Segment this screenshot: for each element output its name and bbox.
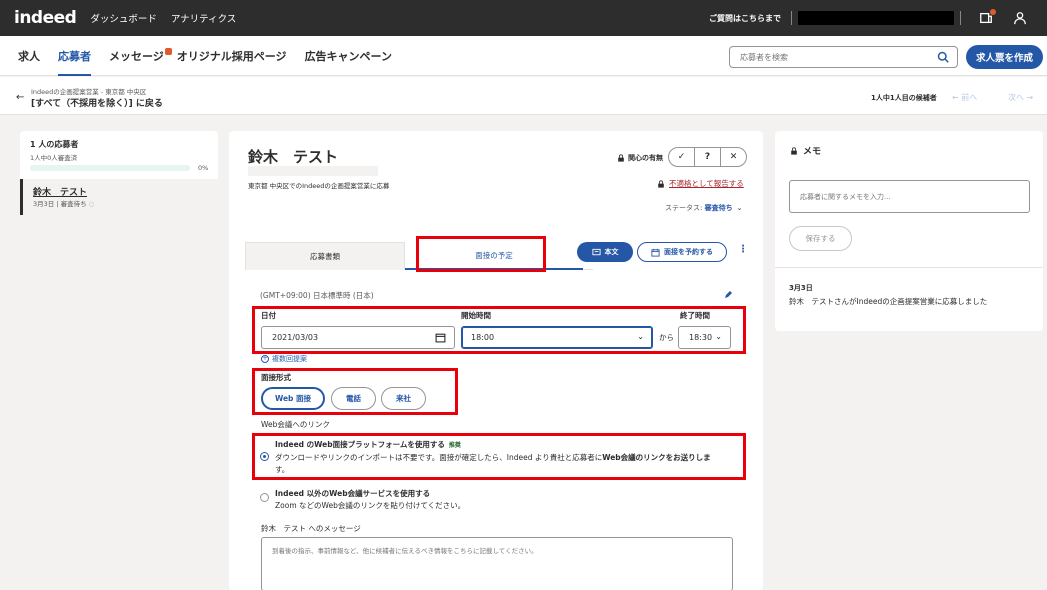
timezone: (GMT+09:00) 日本標準時 (日本) bbox=[260, 291, 374, 300]
nav-analytics[interactable]: アナリティクス bbox=[171, 11, 236, 25]
format-phone-button[interactable]: 電話 bbox=[331, 387, 376, 410]
tab-candidates[interactable]: 応募者 bbox=[58, 36, 91, 76]
format-label: 面接形式 bbox=[261, 373, 291, 382]
web-link-label: Web会議へのリンク bbox=[261, 420, 330, 429]
from-label: から bbox=[659, 333, 674, 342]
candidate-list-panel: 1 人の応募者 1人中0人審査済 0% 鈴木 テスト 3月3日 | 審査待ち ○ bbox=[20, 131, 218, 215]
tab-campaigns[interactable]: 広告キャンペーン bbox=[305, 36, 392, 76]
divider bbox=[791, 11, 792, 25]
option-indeed-title: Indeed のWeb面接プラットフォームを使用する 推奨 bbox=[275, 440, 461, 449]
tab-messages[interactable]: メッセージ bbox=[109, 36, 172, 76]
candidate-position: 1人中1人目の候補者 bbox=[871, 94, 937, 102]
candidate-name-redacted bbox=[248, 166, 378, 176]
memo-panel: メモ 応募者に関するメモを入力... 保存する 3月3日 鈴木 テストさんがIn… bbox=[775, 131, 1043, 331]
multiple-times-link[interactable]: + 複数回提案 bbox=[261, 354, 307, 364]
schedule-interview-button[interactable]: 面接を予約する bbox=[637, 242, 727, 262]
tab-application-docs[interactable]: 応募書類 bbox=[245, 242, 405, 270]
tab-messages-label: メッセージ bbox=[109, 49, 164, 63]
search-icon[interactable] bbox=[937, 51, 949, 63]
option-other-title: Indeed 以外のWeb会議サービスを使用する bbox=[275, 489, 431, 498]
message-badge bbox=[164, 48, 172, 55]
activity-date: 3月3日 bbox=[789, 284, 813, 292]
chevron-down-icon: ⌄ bbox=[637, 332, 644, 341]
user-icon[interactable] bbox=[1013, 11, 1027, 25]
divider bbox=[775, 267, 1043, 268]
tab-career-page[interactable]: オリジナル採用ページ bbox=[177, 36, 287, 76]
interest-rating: ✓ ? ✕ bbox=[668, 147, 747, 167]
maybe-button[interactable]: ? bbox=[695, 148, 721, 166]
tab-jobs[interactable]: 求人 bbox=[18, 36, 40, 76]
pencil-icon[interactable] bbox=[723, 290, 733, 300]
format-onsite-button[interactable]: 来社 bbox=[381, 387, 426, 410]
candidate-status: 3月3日 | 審査待ち ○ bbox=[33, 200, 95, 208]
help-link[interactable]: ご質問はこちらまで bbox=[709, 13, 781, 24]
activity-text: 鈴木 テストさんがIndeedの企画提案営業に応募しました bbox=[789, 297, 988, 306]
top-bar: indeed ダッシュボード アナリティクス ご質問はこちらまで bbox=[0, 0, 1047, 36]
status-circle-icon: ○ bbox=[88, 200, 95, 208]
back-arrow-icon[interactable]: ← bbox=[16, 92, 24, 103]
indeed-logo[interactable]: indeed bbox=[14, 8, 77, 28]
candidate-search[interactable] bbox=[729, 46, 958, 68]
lock-icon bbox=[791, 146, 797, 155]
notification-dot bbox=[990, 9, 996, 15]
breadcrumb-bar: ← Indeedの企画提案営業 - 東京都 中央区 [すべて（不採用を除く）] … bbox=[0, 77, 1047, 115]
post-job-button[interactable]: 求人票を作成 bbox=[966, 45, 1043, 69]
next-candidate-link[interactable]: 次へ → bbox=[1008, 92, 1033, 103]
plus-icon: + bbox=[261, 355, 269, 363]
start-time-select[interactable]: 18:00 ⌄ bbox=[461, 326, 653, 349]
report-link[interactable]: 不適格として報告する bbox=[657, 178, 744, 189]
notification-icon[interactable] bbox=[979, 9, 996, 25]
redacted-account bbox=[798, 11, 954, 25]
lock-icon bbox=[618, 154, 624, 162]
interest-label: 関心の有無 bbox=[617, 153, 663, 163]
memo-title: メモ bbox=[790, 144, 821, 157]
more-options-icon[interactable]: ⋮ bbox=[738, 244, 748, 255]
memo-input[interactable]: 応募者に関するメモを入力... bbox=[789, 180, 1030, 213]
chevron-down-icon: ⌄ bbox=[715, 332, 722, 341]
detail-tabs: 応募書類 面接の予定 bbox=[245, 242, 593, 270]
candidate-detail-panel: 鈴木 テスト 東京都 中央区でのIndeedの企画提案営業に応募 関心の有無 ✓… bbox=[229, 131, 763, 590]
format-web-button[interactable]: Web 面接 bbox=[261, 387, 325, 410]
save-memo-button[interactable]: 保存する bbox=[789, 226, 852, 251]
option-indeed-radio[interactable] bbox=[260, 452, 269, 461]
message-icon bbox=[591, 248, 601, 255]
option-other-radio[interactable] bbox=[260, 493, 269, 502]
end-time-select[interactable]: 18:30 ⌄ bbox=[678, 326, 731, 349]
candidate-count: 1 人の応募者 bbox=[30, 140, 79, 149]
main-nav: 求人 応募者 メッセージ オリジナル採用ページ 広告キャンペーン 求人票を作成 bbox=[0, 36, 1047, 76]
resume-button[interactable]: 本文 bbox=[577, 242, 633, 262]
recommended-badge: 推奨 bbox=[448, 442, 461, 449]
top-right: ご質問はこちらまで bbox=[709, 0, 1047, 36]
date-label: 日付 bbox=[261, 311, 276, 320]
candidate-name-link[interactable]: 鈴木 テスト bbox=[33, 185, 87, 198]
calendar-icon[interactable] bbox=[435, 332, 446, 343]
nav-dashboard[interactable]: ダッシュボード bbox=[90, 11, 157, 25]
date-input[interactable]: 2021/03/03 bbox=[261, 326, 455, 349]
divider bbox=[960, 11, 961, 25]
status-dropdown[interactable]: ステータス: 審査待ち ⌄ bbox=[665, 203, 742, 213]
back-to-list-link[interactable]: [すべて（不採用を除く）] に戻る bbox=[31, 96, 163, 109]
applied-job: 東京都 中央区でのIndeedの企画提案営業に応募 bbox=[248, 182, 390, 190]
start-time-label: 開始時間 bbox=[461, 311, 491, 320]
top-nav: ダッシュボード アナリティクス bbox=[90, 11, 236, 25]
option-other-desc: Zoom などのWeb会議のリンクを貼り付けてください。 bbox=[275, 501, 466, 510]
not-interested-button[interactable]: ✕ bbox=[721, 148, 746, 166]
reviewed-count: 1人中0人審査済 bbox=[30, 154, 78, 162]
review-progress-bar bbox=[30, 165, 190, 171]
prev-candidate-link[interactable]: ← 前へ bbox=[952, 92, 977, 103]
end-time-label: 終了時間 bbox=[680, 311, 710, 320]
search-input[interactable] bbox=[740, 52, 930, 62]
tab-interview-schedule[interactable]: 面接の予定 bbox=[405, 242, 583, 270]
lock-icon bbox=[658, 179, 664, 188]
calendar-icon bbox=[651, 248, 660, 257]
candidate-name: 鈴木 テスト bbox=[248, 148, 339, 166]
option-indeed-desc: ダウンロードやリンクのインポートは不要です。面接が確定したら、Indeed より… bbox=[275, 453, 711, 474]
review-percent: 0% bbox=[198, 164, 209, 172]
list-item[interactable]: 鈴木 テスト 3月3日 | 審査待ち ○ bbox=[20, 179, 218, 215]
interested-button[interactable]: ✓ bbox=[669, 148, 695, 166]
message-label: 鈴木 テスト へのメッセージ bbox=[261, 524, 361, 533]
chevron-down-icon: ⌄ bbox=[736, 204, 743, 212]
breadcrumb-job: Indeedの企画提案営業 - 東京都 中央区 bbox=[31, 88, 147, 96]
message-textarea[interactable]: 到着後の指示、事前情報など、他に候補者に伝えるべき情報をこちらに記載してください… bbox=[261, 537, 733, 590]
